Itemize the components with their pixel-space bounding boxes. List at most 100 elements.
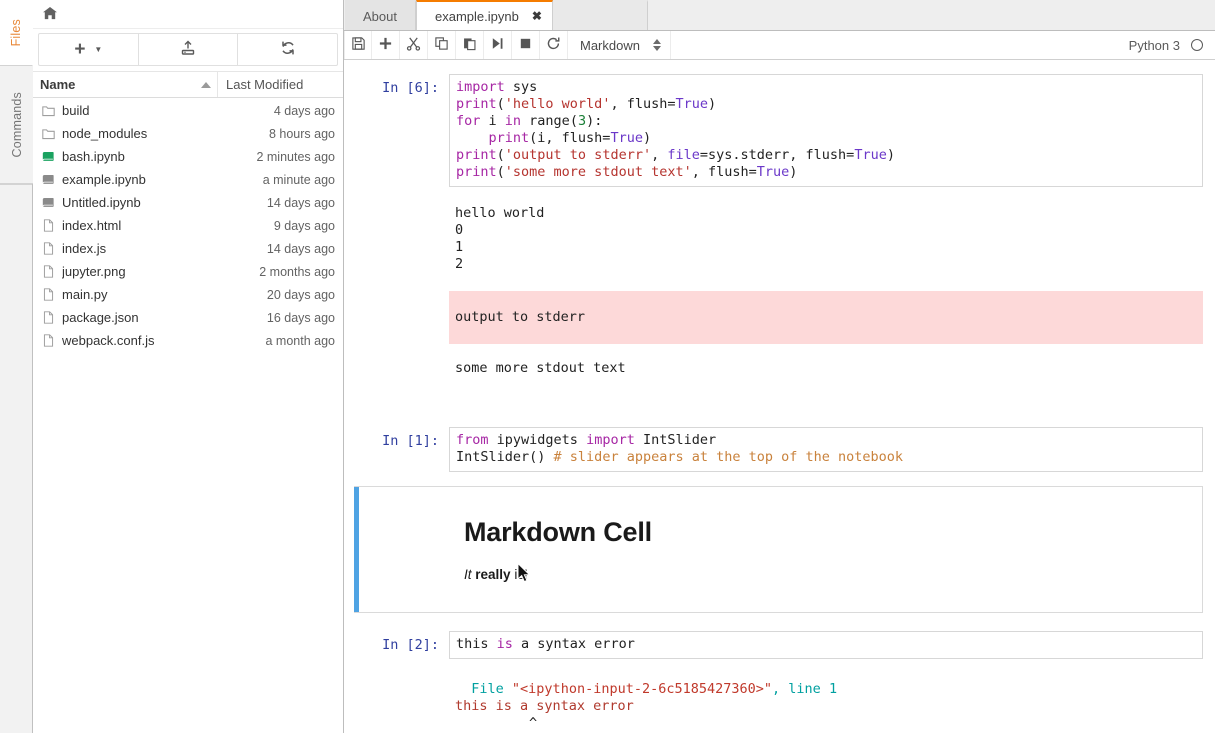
file-list-header: Name Last Modified [33,71,343,98]
file-list-item[interactable]: index.html 9 days ago [33,214,343,237]
new-item-button[interactable]: + ▼ [39,34,139,65]
folder-icon [42,105,62,117]
file-modified: 2 minutes ago [256,149,335,164]
cell-type-select[interactable]: Markdown [568,31,671,59]
save-button[interactable] [344,31,372,59]
markdown-rendered[interactable]: Markdown Cell It really is! [359,487,1202,612]
file-list-item[interactable]: main.py 20 days ago [33,283,343,306]
kernel-name: Python 3 [1128,37,1180,53]
cell-output-stdout: hello world 0 1 2 [455,205,545,272]
notebook-cell-markdown[interactable]: Markdown Cell It really is! [354,486,1203,613]
markdown-bold: really [475,567,511,582]
markdown-heading: Markdown Cell [464,517,652,547]
file-modified: 16 days ago [266,310,335,325]
markdown-italic: It [464,567,472,582]
tab-example-ipynb-label: example.ipynb [434,8,519,24]
file-icon [42,242,62,255]
file-modified: 4 days ago [273,103,335,118]
refresh-button[interactable] [238,34,337,65]
tab-example-ipynb[interactable]: example.ipynb ✖ [415,0,553,30]
close-icon[interactable]: ✖ [532,9,542,23]
file-list-item[interactable]: node_modules 8 hours ago [33,122,343,145]
cell-output-stdout-2: some more stdout text [455,360,626,376]
home-icon[interactable] [43,6,57,22]
plus-icon: + [74,39,86,60]
cell-prompt: In [1]: [382,433,439,449]
notebook-cell-code-1[interactable]: In [6]: import sys print('hello world', … [344,60,1215,377]
copy-icon [434,36,449,54]
notebook-icon [42,151,62,163]
column-header-name[interactable]: Name [33,72,218,97]
file-modified: 8 hours ago [268,126,335,141]
cell-output-stderr: output to stderr [449,291,1203,344]
upload-button[interactable] [139,34,239,65]
file-name: index.js [62,241,107,256]
refresh-icon [280,40,296,59]
notebook-cell-code-3[interactable]: In [2]: this is a syntax error File "<ip… [344,613,1215,733]
file-list: build 4 days ago node_modules 8 hours ago ba… [33,98,343,733]
code-editor[interactable]: import sys print('hello world', flush=Tr… [449,74,1203,187]
sidebar-tab-commands[interactable]: Commands [0,66,33,184]
traceback-line-keyword: line [788,681,821,697]
file-list-item[interactable]: example.ipynb a minute ago [33,168,343,191]
file-list-item[interactable]: jupyter.png 2 months ago [33,260,343,283]
chevron-down-icon: ▼ [94,45,103,54]
code-editor[interactable]: from ipywidgets import IntSlider IntSlid… [449,427,1203,472]
file-list-item[interactable]: index.js 14 days ago [33,237,343,260]
tab-placeholder [552,0,648,30]
plus-icon [378,36,393,54]
copy-button[interactable] [428,31,456,59]
column-header-name-label: Name [40,77,76,92]
kernel-indicator[interactable]: Python 3 [1129,31,1215,59]
column-header-last-modified-label: Last Modified [226,77,304,92]
traceback-source-echo: this is a syntax error [455,698,634,714]
run-button[interactable] [484,31,512,59]
notebook-icon [42,174,62,186]
breadcrumb[interactable] [33,0,343,29]
file-modified: 14 days ago [266,241,335,256]
file-name: package.json [62,310,139,325]
file-list-item[interactable]: package.json 16 days ago [33,306,343,329]
notebook-toolbar-buttons [344,31,568,59]
cell-type-value: Markdown [580,37,640,53]
file-browser: + ▼ Name Last Modified build 4 days ago … [33,0,344,733]
paste-button[interactable] [456,31,484,59]
notebook-scroll-area[interactable]: In [6]: import sys print('hello world', … [344,60,1215,733]
restart-button[interactable] [540,31,568,59]
sidebar-tab-commands-label: Commands [9,91,24,158]
kernel-status-icon [1191,39,1203,51]
file-name: index.html [62,218,122,233]
file-modified: 14 days ago [266,195,335,210]
file-list-item[interactable]: Untitled.ipynb 14 days ago [33,191,343,214]
save-icon [351,36,366,54]
main-panel: About example.ipynb ✖ Markdown Python 3 … [344,0,1215,733]
sidebar-tab-files[interactable]: Files [0,0,33,66]
tab-bar: About example.ipynb ✖ [344,0,1215,31]
file-list-item[interactable]: webpack.conf.js a month ago [33,329,343,352]
sidebar-tab-files-label: Files [9,18,23,47]
cell-prompt: In [6]: [382,80,439,96]
traceback-file-name: "<ipython-input-2-6c5185427360>" [511,681,773,697]
cut-button[interactable] [400,31,428,59]
cell-body: import sys print('hello world', flush=Tr… [449,74,1203,377]
tab-about[interactable]: About [345,0,416,30]
traceback-caret: ^ [529,715,538,731]
file-list-item[interactable]: build 4 days ago [33,99,343,122]
file-name: build [62,103,90,118]
column-header-last-modified[interactable]: Last Modified [218,77,343,92]
cell-body: this is a syntax error File "<ipython-in… [449,631,1203,733]
cell-output-traceback: File "<ipython-input-2-6c5185427360>", l… [449,659,1203,733]
file-icon [42,311,62,324]
folder-icon [42,128,62,140]
notebook-cell-code-2[interactable]: In [1]: from ipywidgets import IntSlider… [344,377,1215,472]
code-editor[interactable]: this is a syntax error [449,631,1203,659]
file-list-item[interactable]: bash.ipynb 2 minutes ago [33,145,343,168]
file-modified: 2 months ago [259,264,335,279]
scissors-icon [406,36,421,54]
stop-button[interactable] [512,31,540,59]
markdown-plain: is! [514,567,528,582]
traceback-comma: , [772,681,781,697]
insert-cell-button[interactable] [372,31,400,59]
activity-bar-filler [0,184,32,733]
